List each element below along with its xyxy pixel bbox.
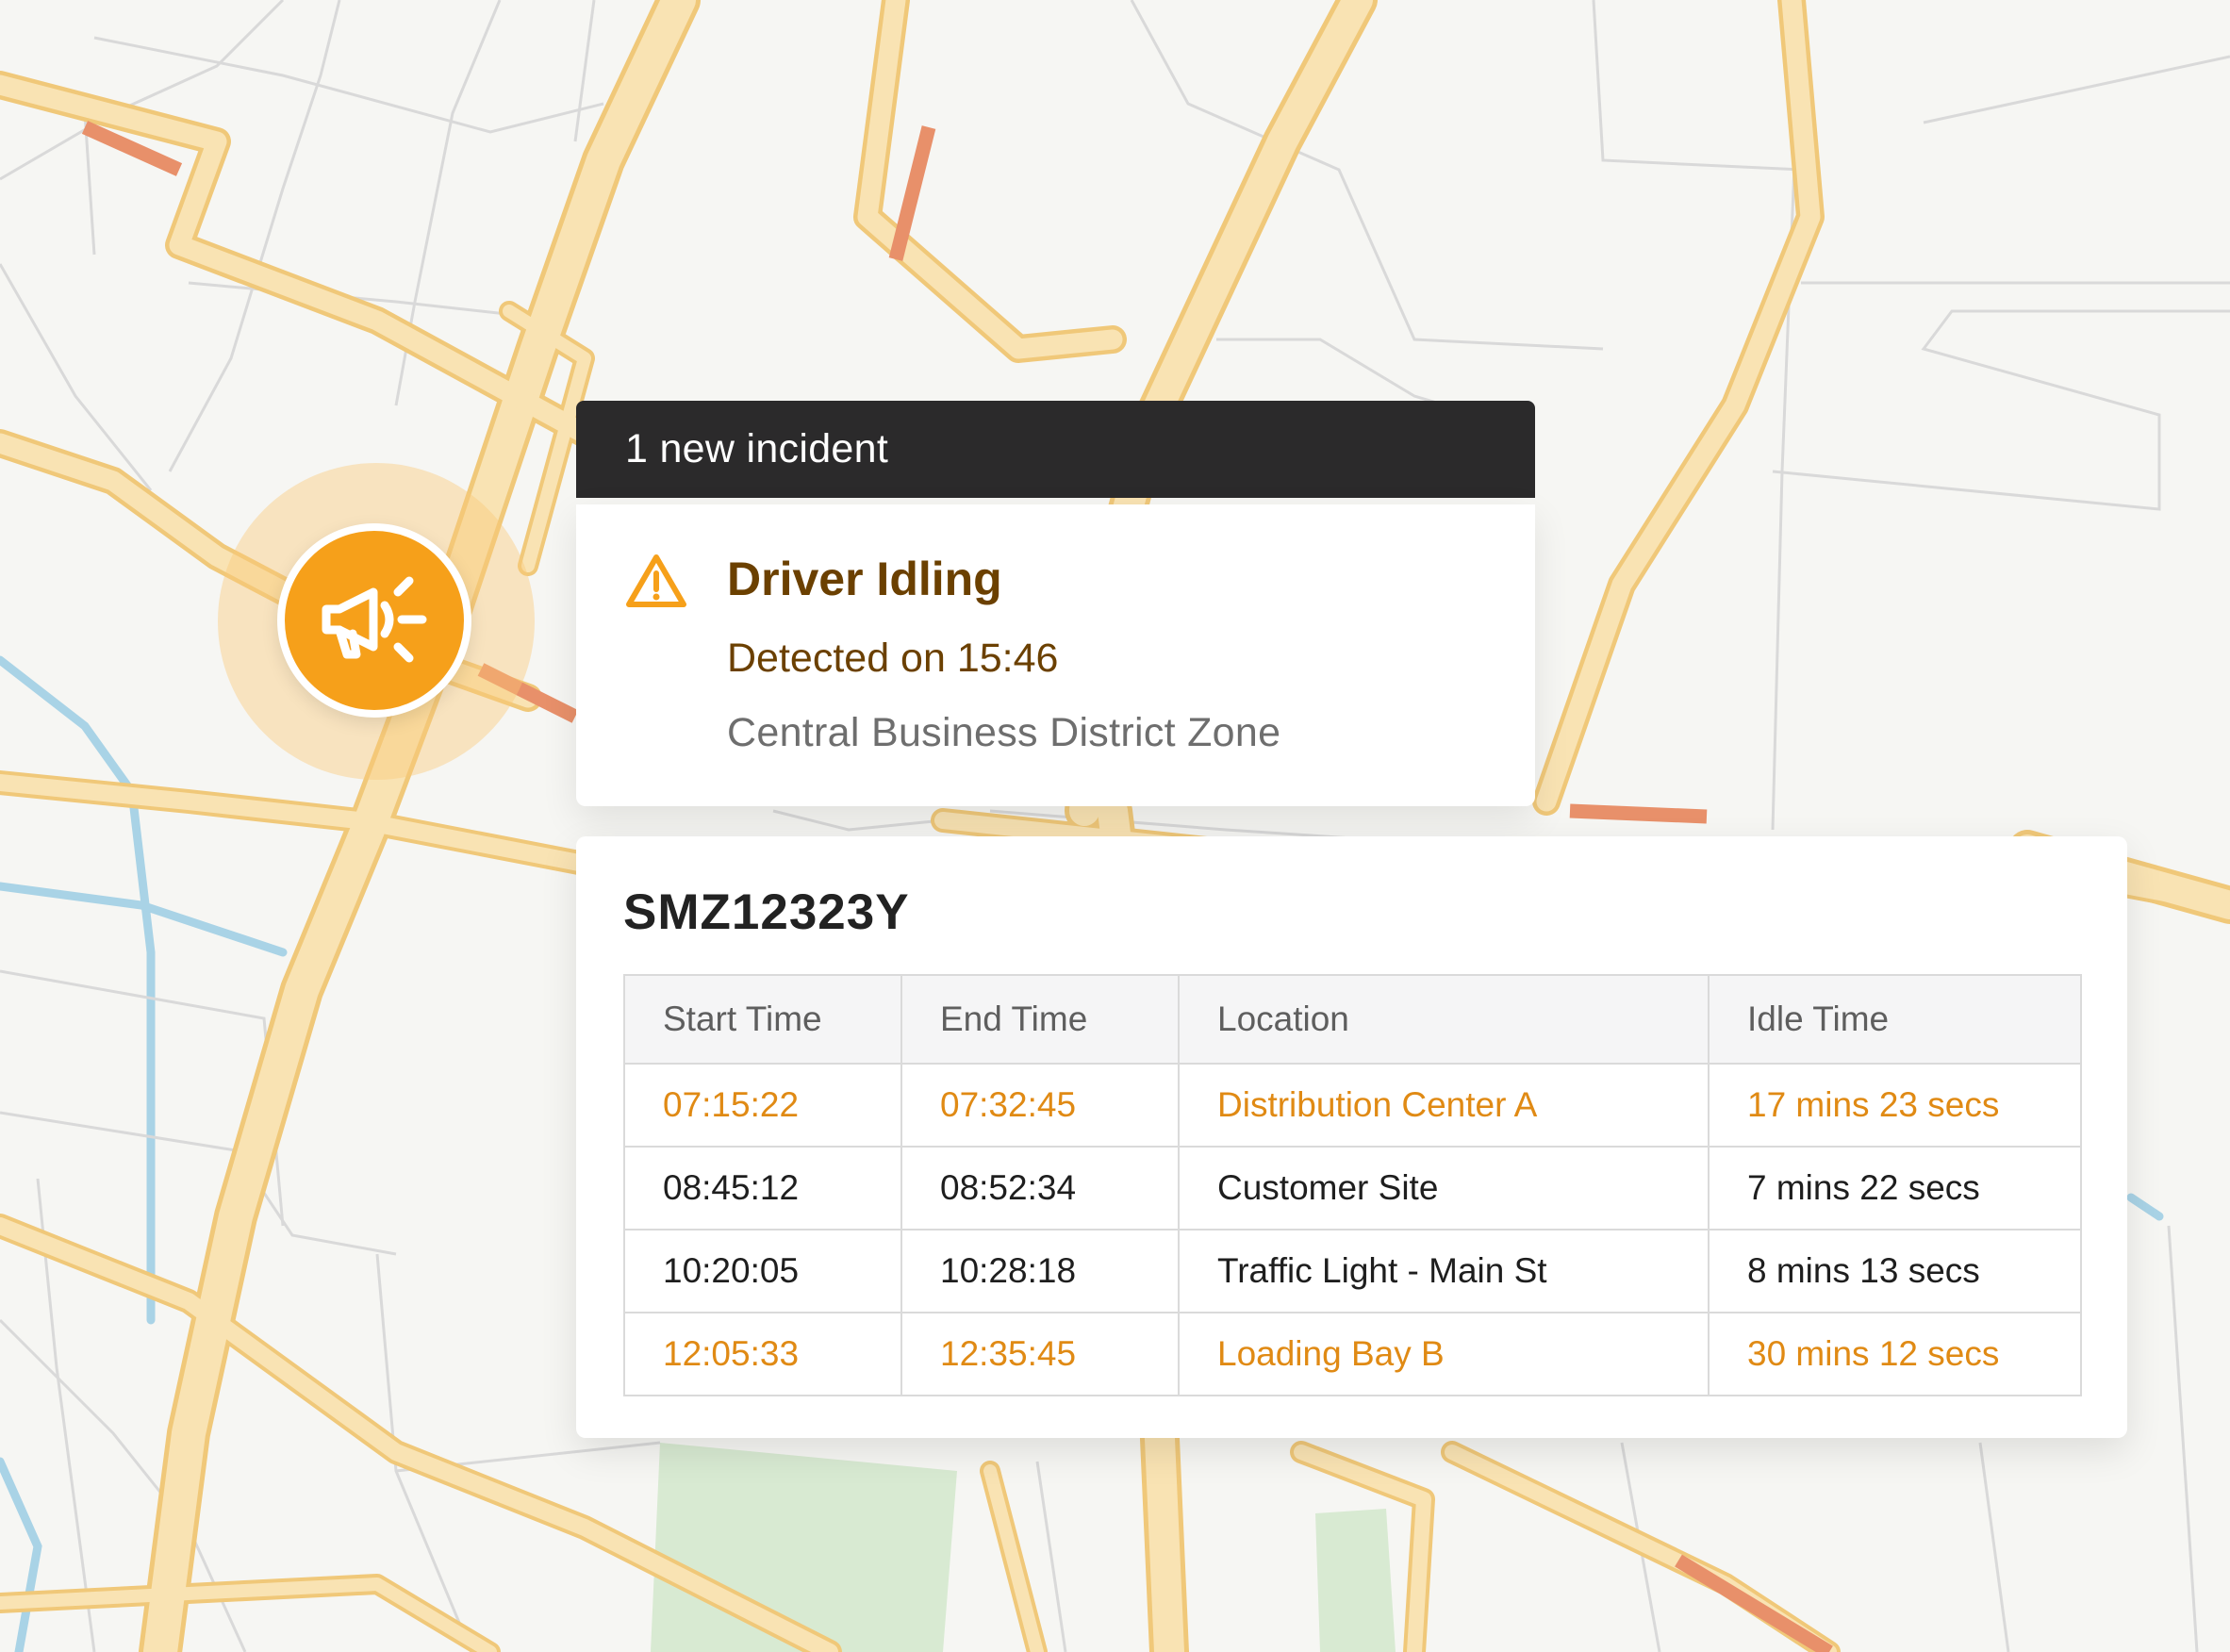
cell-end-time: 08:52:34 xyxy=(900,1146,1180,1231)
cell-location: Customer Site xyxy=(1178,1146,1710,1231)
cell-location: Loading Bay B xyxy=(1178,1312,1710,1396)
table-row[interactable]: 07:15:22 07:32:45 Distribution Center A … xyxy=(623,1063,2082,1148)
cell-start-time: 12:05:33 xyxy=(623,1312,902,1396)
incident-zone: Central Business District Zone xyxy=(727,710,1281,755)
column-header-location[interactable]: Location xyxy=(1178,974,1710,1065)
table-header-row: Start Time End Time Location Idle Time xyxy=(623,974,2082,1065)
cell-end-time: 07:32:45 xyxy=(900,1063,1180,1148)
incident-marker[interactable] xyxy=(277,523,471,718)
cell-start-time: 10:20:05 xyxy=(623,1229,902,1313)
warning-triangle-icon xyxy=(626,554,686,607)
incident-title: Driver Idling xyxy=(727,553,1002,605)
column-header-start-time[interactable]: Start Time xyxy=(623,974,902,1065)
park-area xyxy=(1315,1509,1396,1652)
cell-start-time: 07:15:22 xyxy=(623,1063,902,1148)
table-row[interactable]: 10:20:05 10:28:18 Traffic Light - Main S… xyxy=(623,1229,2082,1313)
new-incident-banner[interactable]: 1 new incident xyxy=(576,401,1535,498)
cell-end-time: 12:35:45 xyxy=(900,1312,1180,1396)
cell-location: Traffic Light - Main St xyxy=(1178,1229,1710,1313)
cell-idle-time: 17 mins 23 secs xyxy=(1708,1063,2082,1148)
megaphone-icon xyxy=(322,576,427,663)
incident-card[interactable]: Driver Idling Detected on 15:46 Central … xyxy=(576,504,1535,806)
cell-location: Distribution Center A xyxy=(1178,1063,1710,1148)
park-area xyxy=(651,1443,957,1652)
cell-end-time: 10:28:18 xyxy=(900,1229,1180,1313)
cell-idle-time: 30 mins 12 secs xyxy=(1708,1312,2082,1396)
cell-idle-time: 8 mins 13 secs xyxy=(1708,1229,2082,1313)
idle-events-table: Start Time End Time Location Idle Time 0… xyxy=(623,974,2082,1396)
cell-idle-time: 7 mins 22 secs xyxy=(1708,1146,2082,1231)
column-header-end-time[interactable]: End Time xyxy=(900,974,1180,1065)
table-row[interactable]: 12:05:33 12:35:45 Loading Bay B 30 mins … xyxy=(623,1312,2082,1396)
column-header-idle-time[interactable]: Idle Time xyxy=(1708,974,2082,1065)
vehicle-id: SMZ12323Y xyxy=(623,884,910,940)
vehicle-idle-card: SMZ12323Y Start Time End Time Location I… xyxy=(576,836,2127,1438)
table-row[interactable]: 08:45:12 08:52:34 Customer Site 7 mins 2… xyxy=(623,1146,2082,1231)
incident-detected-time: Detected on 15:46 xyxy=(727,636,1059,681)
traffic-segment xyxy=(1569,803,1708,824)
cell-start-time: 08:45:12 xyxy=(623,1146,902,1231)
